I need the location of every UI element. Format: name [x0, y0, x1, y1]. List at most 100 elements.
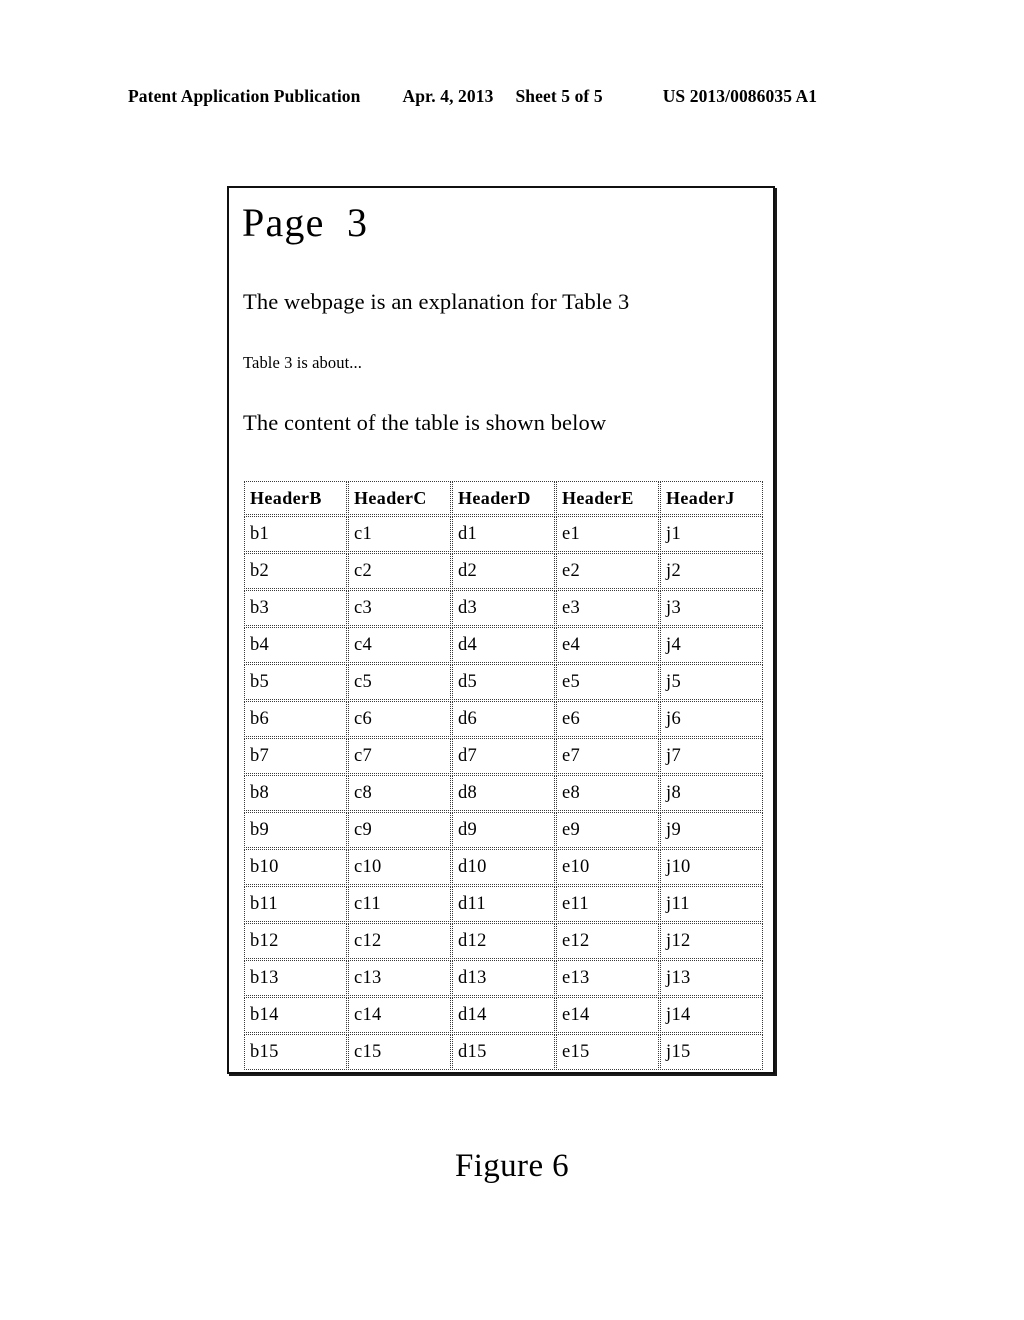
page-title: Page 3 [242, 200, 369, 245]
table-cell: e10 [556, 849, 659, 885]
table-cell: d14 [452, 997, 555, 1033]
table-cell: j7 [660, 738, 763, 774]
table-row: b4 c4 d4 e4 j4 [244, 627, 763, 663]
table-cell: c13 [348, 960, 451, 996]
table-cell: d10 [452, 849, 555, 885]
table-column-header: HeaderC [348, 481, 451, 515]
table-row: b12 c12 d12 e12 j12 [244, 923, 763, 959]
table-cell: c15 [348, 1034, 451, 1070]
table-cell: c14 [348, 997, 451, 1033]
figure-frame: Page 3 The webpage is an explanation for… [227, 186, 775, 1074]
sheet-number: Sheet 5 of 5 [515, 86, 603, 106]
table-column-header: HeaderE [556, 481, 659, 515]
table-cell: e7 [556, 738, 659, 774]
table-cell: j3 [660, 590, 763, 626]
table-cell: b3 [244, 590, 347, 626]
table-cell: d15 [452, 1034, 555, 1070]
content-table: HeaderB HeaderC HeaderD HeaderE HeaderJ b1 c1… [243, 480, 764, 1071]
table-cell: b15 [244, 1034, 347, 1070]
table-cell: d12 [452, 923, 555, 959]
table-cell: c8 [348, 775, 451, 811]
table-row: b9 c9 d9 e9 j9 [244, 812, 763, 848]
table-row: b1 c1 d1 e1 j1 [244, 516, 763, 552]
table-cell: b4 [244, 627, 347, 663]
table-cell: c6 [348, 701, 451, 737]
table-cell: e5 [556, 664, 659, 700]
table-cell: b6 [244, 701, 347, 737]
table-cell: j10 [660, 849, 763, 885]
table-cell: j13 [660, 960, 763, 996]
table-cell: d1 [452, 516, 555, 552]
table-cell: c10 [348, 849, 451, 885]
table-cell: j12 [660, 923, 763, 959]
table-cell: b7 [244, 738, 347, 774]
table-cell: e12 [556, 923, 659, 959]
table-cell: b13 [244, 960, 347, 996]
table-header-row: HeaderB HeaderC HeaderD HeaderE HeaderJ [244, 481, 763, 515]
table-cell: j9 [660, 812, 763, 848]
table-cell: e11 [556, 886, 659, 922]
mock-webpage: Page 3 The webpage is an explanation for… [237, 194, 765, 1070]
table-column-header: HeaderB [244, 481, 347, 515]
table-cell: b2 [244, 553, 347, 589]
table-row: b11 c11 d11 e11 j11 [244, 886, 763, 922]
table-cell: j15 [660, 1034, 763, 1070]
table-cell: d13 [452, 960, 555, 996]
table-cell: c11 [348, 886, 451, 922]
page-paragraph-2: Table 3 is about... [243, 353, 362, 372]
table-cell: c1 [348, 516, 451, 552]
table-row: b2 c2 d2 e2 j2 [244, 553, 763, 589]
table-row: b5 c5 d5 e5 j5 [244, 664, 763, 700]
table-cell: j1 [660, 516, 763, 552]
table-row: b10 c10 d10 e10 j10 [244, 849, 763, 885]
table-cell: j5 [660, 664, 763, 700]
table-cell: b12 [244, 923, 347, 959]
table-cell: c4 [348, 627, 451, 663]
table-cell: j8 [660, 775, 763, 811]
table-cell: e2 [556, 553, 659, 589]
table-column-header: HeaderD [452, 481, 555, 515]
table-cell: c2 [348, 553, 451, 589]
table-cell: e8 [556, 775, 659, 811]
table-cell: d11 [452, 886, 555, 922]
table-cell: c9 [348, 812, 451, 848]
table-cell: d6 [452, 701, 555, 737]
table-row: b13 c13 d13 e13 j13 [244, 960, 763, 996]
table-cell: c3 [348, 590, 451, 626]
table-cell: e9 [556, 812, 659, 848]
table-cell: d7 [452, 738, 555, 774]
table-cell: b14 [244, 997, 347, 1033]
table-row: b14 c14 d14 e14 j14 [244, 997, 763, 1033]
table-cell: e13 [556, 960, 659, 996]
table-row: b6 c6 d6 e6 j6 [244, 701, 763, 737]
publication-number: US 2013/0086035 A1 [662, 86, 818, 106]
table-cell: e3 [556, 590, 659, 626]
table-cell: b10 [244, 849, 347, 885]
table-row: b15 c15 d15 e15 j15 [244, 1034, 763, 1070]
table-cell: e6 [556, 701, 659, 737]
table-cell: c5 [348, 664, 451, 700]
table-row: b3 c3 d3 e3 j3 [244, 590, 763, 626]
table-cell: d3 [452, 590, 555, 626]
table-cell: b9 [244, 812, 347, 848]
table-body: b1 c1 d1 e1 j1 b2 c2 d2 e2 j2 b3 c3 d3 e3 j3 b4 c4 d4 e4 j4… [244, 516, 763, 1070]
table-cell: j11 [660, 886, 763, 922]
table-cell: d2 [452, 553, 555, 589]
table-cell: d5 [452, 664, 555, 700]
table-row: b7 c7 d7 e7 j7 [244, 738, 763, 774]
table-cell: e1 [556, 516, 659, 552]
publication-date: Apr. 4, 2013 [402, 86, 494, 106]
table-cell: b5 [244, 664, 347, 700]
table-cell: j14 [660, 997, 763, 1033]
table-cell: b1 [244, 516, 347, 552]
page-paragraph-1: The webpage is an explanation for Table … [243, 289, 630, 314]
figure-caption: Figure 6 [454, 1148, 570, 1184]
table-cell: d9 [452, 812, 555, 848]
table-cell: d4 [452, 627, 555, 663]
table-cell: j4 [660, 627, 763, 663]
table-cell: e14 [556, 997, 659, 1033]
publication-label: Patent Application Publication [128, 86, 361, 106]
table-cell: e15 [556, 1034, 659, 1070]
table-cell: b8 [244, 775, 347, 811]
table-cell: j6 [660, 701, 763, 737]
